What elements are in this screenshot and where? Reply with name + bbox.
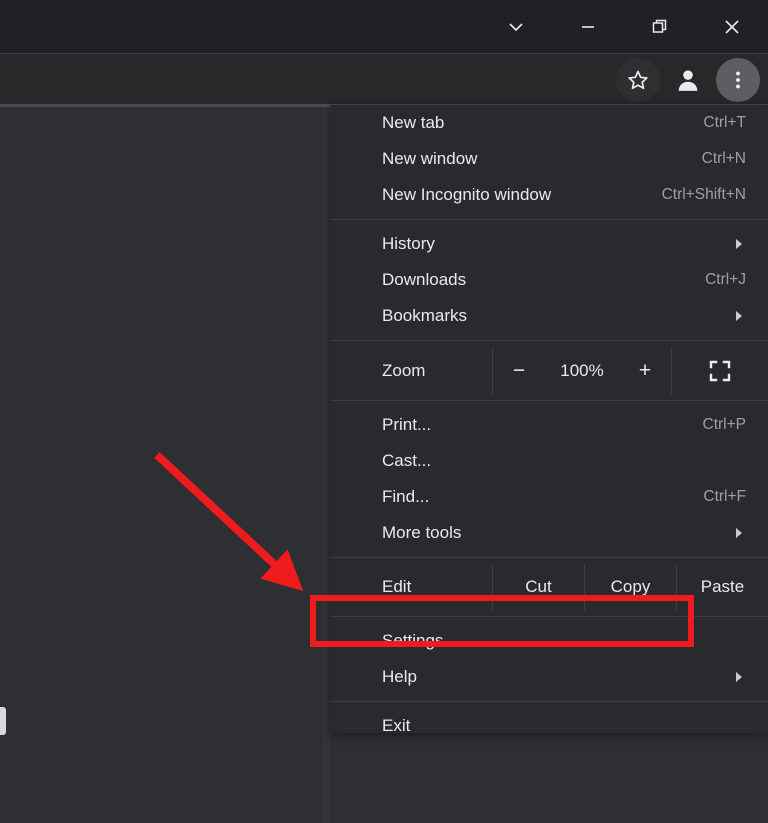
menu-item-label: New Incognito window — [382, 185, 551, 205]
menu-separator — [330, 701, 768, 702]
zoom-label: Zoom — [330, 347, 492, 394]
submenu-arrow-icon — [732, 526, 746, 540]
edit-action-paste[interactable]: Paste — [676, 564, 768, 610]
menu-item-print[interactable]: Print... Ctrl+P — [330, 407, 768, 443]
menu-item-shortcut: Ctrl+Shift+N — [662, 186, 746, 204]
menu-item-new-incognito-window[interactable]: New Incognito window Ctrl+Shift+N — [330, 177, 768, 213]
chrome-main-menu: New tab Ctrl+T New window Ctrl+N New Incogni… — [330, 105, 768, 733]
three-dot-menu-icon[interactable] — [716, 58, 760, 102]
menu-item-new-window[interactable]: New window Ctrl+N — [330, 141, 768, 177]
edit-label: Edit — [330, 564, 492, 610]
menu-item-help[interactable]: Help — [330, 659, 768, 695]
menu-separator — [330, 400, 768, 401]
menu-item-shortcut: Ctrl+F — [703, 488, 746, 506]
minimize-icon[interactable] — [552, 0, 624, 54]
menu-item-label: New window — [382, 149, 477, 169]
star-icon[interactable] — [616, 58, 660, 102]
edit-row: EditCutCopyPaste — [330, 564, 768, 610]
menu-item-label: Cast... — [382, 451, 431, 471]
close-icon[interactable] — [696, 0, 768, 54]
menu-item-label: Downloads — [382, 270, 466, 290]
menu-item-find[interactable]: Find... Ctrl+F — [330, 479, 768, 515]
menu-item-label: New tab — [382, 113, 444, 133]
submenu-arrow-icon — [732, 309, 746, 323]
chevron-down-icon[interactable] — [480, 0, 552, 54]
zoom-controls: − 100% + — [492, 347, 672, 394]
menu-item-label: Exit — [382, 716, 410, 736]
menu-item-shortcut: Ctrl+P — [703, 416, 747, 434]
menu-item-new-tab[interactable]: New tab Ctrl+T — [330, 105, 768, 141]
menu-item-shortcut: Ctrl+T — [703, 114, 746, 132]
toolbar-actions — [616, 54, 760, 106]
zoom-level-value: 100% — [554, 361, 610, 381]
menu-item-label: Print... — [382, 415, 431, 435]
menu-separator — [330, 340, 768, 341]
menu-item-history[interactable]: History — [330, 226, 768, 262]
browser-window: New tab Ctrl+T New window Ctrl+N New Incogni… — [0, 0, 768, 823]
profile-avatar-icon[interactable] — [666, 58, 710, 102]
window-controls — [480, 0, 768, 54]
menu-item-label: Bookmarks — [382, 306, 467, 326]
submenu-arrow-icon — [732, 670, 746, 684]
menu-item-exit[interactable]: Exit — [330, 708, 768, 744]
restore-icon[interactable] — [624, 0, 696, 54]
edit-action-copy[interactable]: Copy — [584, 564, 676, 610]
menu-item-label: Help — [382, 667, 417, 687]
menu-item-label: Settings — [382, 631, 443, 651]
zoom-out-button[interactable]: − — [506, 360, 532, 381]
menu-item-cast[interactable]: Cast... — [330, 443, 768, 479]
menu-item-more-tools[interactable]: More tools — [330, 515, 768, 551]
menu-item-label: More tools — [382, 523, 461, 543]
menu-separator — [330, 616, 768, 617]
menu-item-settings[interactable]: Settings — [330, 623, 768, 659]
menu-item-label: History — [382, 234, 435, 254]
edit-action-cut[interactable]: Cut — [492, 564, 584, 610]
menu-item-shortcut: Ctrl+N — [702, 150, 746, 168]
menu-separator — [330, 557, 768, 558]
menu-item-label: Find... — [382, 487, 429, 507]
menu-item-downloads[interactable]: Downloads Ctrl+J — [330, 262, 768, 298]
fullscreen-icon[interactable] — [672, 347, 768, 394]
menu-separator — [330, 219, 768, 220]
zoom-row: Zoom− 100% + — [330, 347, 768, 394]
page-right-strip — [322, 107, 330, 823]
menu-item-shortcut: Ctrl+J — [705, 271, 746, 289]
menu-item-bookmarks[interactable]: Bookmarks — [330, 298, 768, 334]
submenu-arrow-icon — [732, 237, 746, 251]
page-edge-element — [0, 707, 6, 735]
zoom-in-button[interactable]: + — [632, 360, 658, 381]
